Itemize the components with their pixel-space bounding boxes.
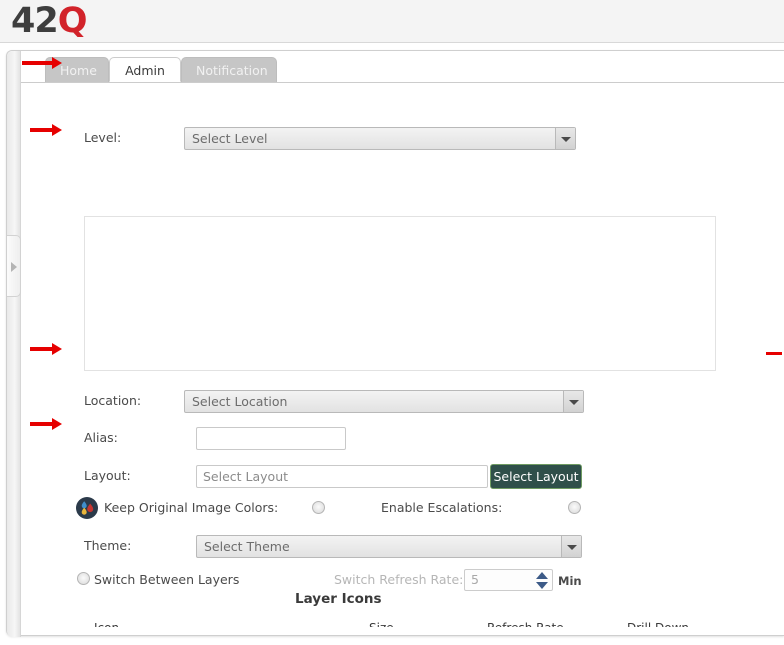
location-select-value: Select Location	[192, 394, 288, 409]
theme-label: Theme:	[84, 538, 132, 553]
tab-admin-label: Admin	[125, 63, 165, 78]
level-label: Level:	[84, 130, 122, 145]
enable-escalations-label: Enable Escalations:	[381, 500, 503, 515]
sidebar-collapse-rail	[7, 51, 21, 637]
switch-between-layers-label: Switch Between Layers	[94, 572, 240, 587]
column-header-size: Size	[369, 621, 394, 627]
tab-home-label: Home	[60, 63, 97, 78]
admin-form: Level: Select Level Location: Select Loc…	[21, 83, 784, 627]
logo-accent: Q	[57, 1, 88, 41]
keep-original-image-colors-radio[interactable]	[312, 501, 325, 514]
chevron-down-icon[interactable]	[555, 128, 575, 149]
brand-logo: 42Q	[11, 0, 88, 43]
keep-original-image-colors-label: Keep Original Image Colors:	[104, 500, 279, 515]
layer-icons-title: Layer Icons	[295, 591, 382, 607]
theme-select[interactable]: Select Theme	[196, 535, 582, 558]
app-shell: Home Admin Notification Level: Select Le…	[6, 50, 784, 637]
switch-refresh-rate-label: Switch Refresh Rate:	[334, 572, 464, 587]
annotation-arrow-level	[30, 124, 64, 136]
layout-preview-box	[84, 216, 716, 371]
content-area: Home Admin Notification Level: Select Le…	[21, 51, 784, 627]
annotation-arrow-layout	[30, 418, 64, 430]
switch-refresh-rate-stepper[interactable]: 5	[464, 569, 553, 591]
annotation-arrow-location	[30, 343, 64, 355]
switch-between-layers-radio[interactable]	[77, 572, 90, 585]
column-header-refresh-rate: Refresh Rate	[487, 621, 564, 627]
logo-text: 42	[11, 1, 59, 41]
layout-label: Layout:	[84, 468, 131, 483]
layout-input-placeholder: Select Layout	[203, 469, 289, 484]
switch-refresh-rate-unit: Min	[558, 574, 582, 588]
tab-admin[interactable]: Admin	[109, 57, 181, 82]
app-header: 42Q	[0, 0, 784, 43]
select-layout-button-label: Select Layout	[493, 469, 579, 484]
annotation-arrow-tabs	[22, 57, 62, 69]
column-header-drill-down: Drill Down	[627, 621, 689, 627]
chevron-down-icon[interactable]	[561, 536, 581, 557]
alias-input[interactable]	[196, 427, 346, 450]
switch-refresh-rate-value: 5	[471, 572, 479, 587]
alias-label: Alias:	[84, 430, 118, 445]
theme-select-value: Select Theme	[204, 539, 290, 554]
color-droplets-icon	[76, 497, 98, 519]
chevron-right-icon	[11, 262, 17, 272]
column-header-icon: Icon	[94, 621, 119, 627]
chevron-down-icon[interactable]	[563, 391, 583, 412]
sidebar-expand-handle[interactable]	[7, 235, 21, 297]
level-select-value: Select Level	[192, 131, 268, 146]
tab-notification-label: Notification	[196, 63, 268, 78]
layout-input[interactable]: Select Layout	[196, 465, 488, 488]
stepper-arrows-icon[interactable]	[534, 571, 550, 590]
annotation-mark-right	[766, 352, 782, 355]
level-select[interactable]: Select Level	[184, 127, 576, 150]
tab-bar: Home Admin Notification	[21, 57, 784, 83]
select-layout-button[interactable]: Select Layout	[490, 464, 582, 489]
location-label: Location:	[84, 393, 142, 408]
tab-notification[interactable]: Notification	[181, 57, 277, 82]
enable-escalations-radio[interactable]	[568, 501, 581, 514]
location-select[interactable]: Select Location	[184, 390, 584, 413]
